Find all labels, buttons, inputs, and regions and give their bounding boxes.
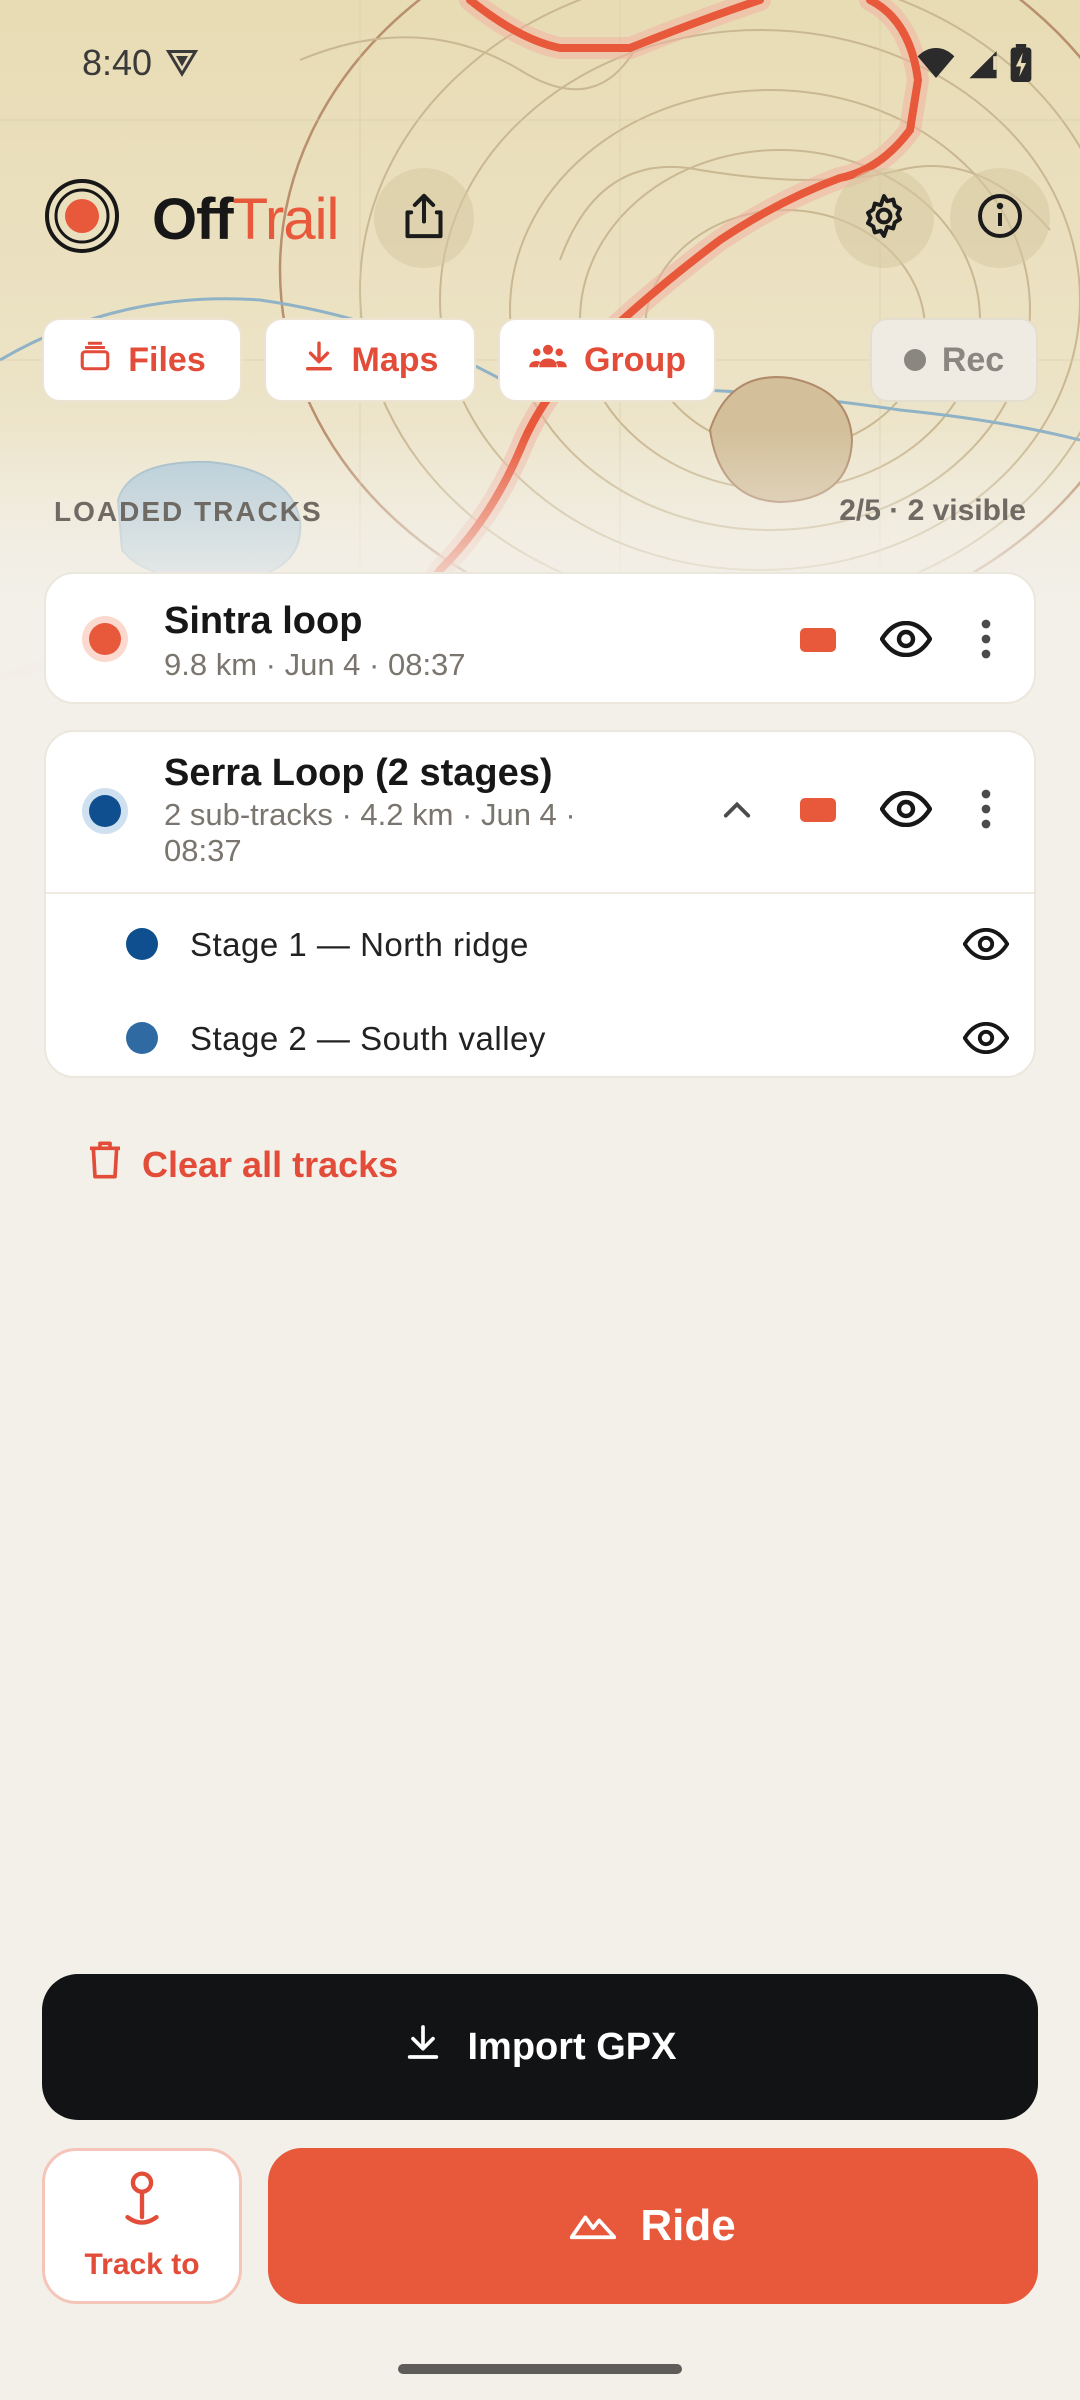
track-name: Sintra loop	[164, 600, 363, 642]
more-options-icon[interactable]	[966, 784, 1006, 834]
mountain-icon	[570, 2201, 617, 2251]
import-gpx-label: Import GPX	[467, 2025, 677, 2068]
track-meta-line1: 2 sub-tracks · 4.2 km · Jun 4 ·	[164, 797, 576, 832]
visibility-eye-icon[interactable]	[960, 922, 1012, 966]
track-color-dot	[82, 788, 128, 834]
logo-icon	[44, 178, 120, 254]
status-bar: 8:40	[0, 36, 1080, 92]
maps-chip[interactable]: Maps	[264, 318, 476, 402]
battery-charging-icon	[1010, 44, 1032, 87]
record-label: Rec	[941, 340, 1005, 379]
visibility-eye-icon[interactable]	[960, 1016, 1012, 1060]
sub-track-color-dot	[126, 928, 158, 960]
loaded-tracks-title: LOADED TRACKS	[54, 496, 323, 527]
track-color-swatch[interactable]	[800, 798, 836, 822]
track-color-dot	[82, 616, 128, 662]
signal-icon	[966, 45, 1000, 86]
record-chip[interactable]: Rec	[870, 318, 1038, 402]
track-name: Serra Loop (2 stages)	[164, 752, 553, 794]
info-icon	[976, 192, 1024, 245]
trash-icon	[88, 1140, 122, 1189]
track-card-sintra-loop[interactable]: Sintra loop 9.8 km · Jun 4 · 08:37	[44, 572, 1036, 704]
gear-icon	[860, 192, 908, 245]
track-color-swatch[interactable]	[800, 628, 836, 652]
sub-track-name: Stage 1 — North ridge	[190, 926, 529, 963]
status-icons	[916, 44, 1032, 87]
settings-button[interactable]	[834, 168, 934, 268]
maps-label: Maps	[351, 340, 439, 379]
files-icon	[78, 339, 112, 382]
status-time: 8:40	[82, 42, 153, 83]
loaded-tracks-count: 2/5 · 2 visible	[839, 494, 1026, 527]
group-label: Group	[584, 340, 686, 379]
files-chip[interactable]: Files	[42, 318, 242, 402]
group-chip[interactable]: Group	[498, 318, 716, 402]
card-divider	[46, 892, 1034, 894]
download-icon	[302, 339, 336, 382]
ride-button[interactable]: Ride	[268, 2148, 1038, 2304]
import-gpx-button[interactable]: Import GPX	[42, 1974, 1038, 2120]
download-icon	[403, 2022, 443, 2072]
clear-all-tracks-button[interactable]: Clear all tracks	[88, 1140, 398, 1189]
pin-icon	[120, 2170, 164, 2236]
sub-track-row[interactable]: Stage 2 — South valley	[46, 994, 1034, 1084]
track-card-serra-loop[interactable]: Serra Loop (2 stages) 2 sub-tracks · 4.2…	[44, 730, 1036, 1078]
app-title-off: Off	[152, 187, 234, 252]
ride-label: Ride	[640, 2201, 736, 2250]
group-icon	[528, 341, 568, 380]
wifi-icon	[916, 45, 956, 86]
visibility-eye-icon[interactable]	[876, 614, 936, 664]
sub-track-row[interactable]: Stage 1 — North ridge	[46, 900, 1034, 990]
sub-track-color-dot	[126, 1022, 158, 1054]
files-label: Files	[128, 340, 206, 379]
clear-all-label: Clear all tracks	[142, 1143, 399, 1185]
visibility-eye-icon[interactable]	[876, 784, 936, 834]
share-icon	[402, 192, 446, 245]
track-to-label: Track to	[84, 2248, 200, 2281]
vpn-icon	[164, 44, 200, 85]
more-options-icon[interactable]	[966, 614, 1006, 664]
track-to-button[interactable]: Track to	[42, 2148, 242, 2304]
info-button[interactable]	[950, 168, 1050, 268]
sub-track-name: Stage 2 — South valley	[190, 1020, 546, 1057]
track-meta: 9.8 km · Jun 4 · 08:37	[164, 647, 466, 682]
track-meta-line2: 08:37	[164, 833, 242, 868]
share-button[interactable]	[374, 168, 474, 268]
collapse-chevron-up-icon[interactable]	[712, 790, 762, 830]
app-title: OffTrail	[152, 186, 340, 253]
record-dot-icon	[903, 349, 926, 371]
home-indicator[interactable]	[398, 2364, 682, 2374]
app-title-trail: Trail	[232, 187, 340, 252]
